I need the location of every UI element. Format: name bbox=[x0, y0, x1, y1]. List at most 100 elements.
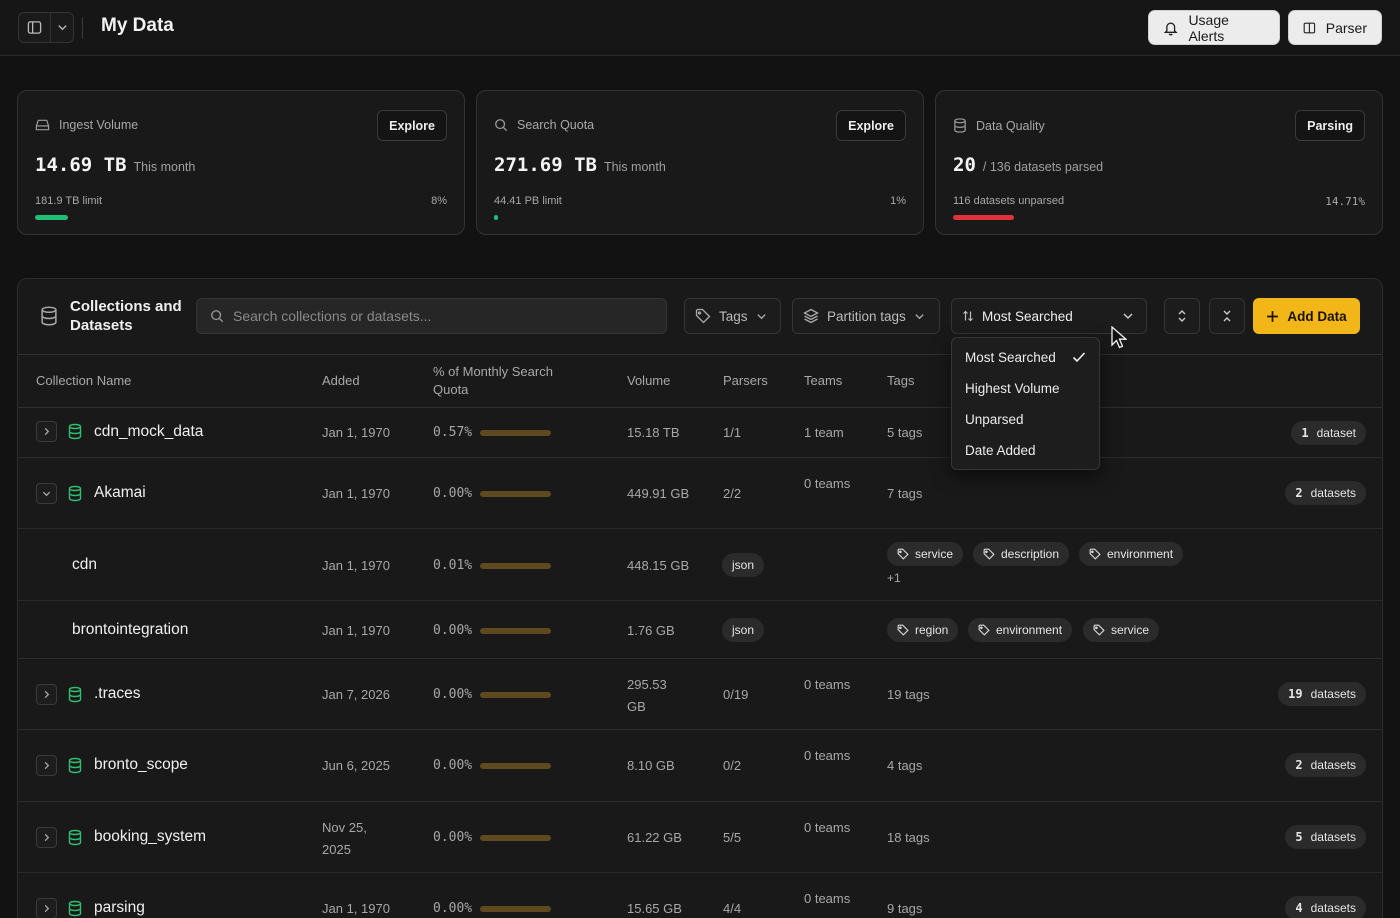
col-teams[interactable]: Teams bbox=[804, 372, 842, 390]
dataset-count: 19 bbox=[1288, 687, 1303, 701]
dataset-name[interactable]: brontointegration bbox=[72, 621, 188, 639]
expand-button[interactable] bbox=[36, 755, 57, 776]
collapse-button[interactable] bbox=[36, 483, 57, 504]
parsing-button[interactable]: Parsing bbox=[1295, 110, 1365, 141]
tag-pill[interactable]: service bbox=[887, 542, 964, 566]
database-icon bbox=[954, 118, 966, 133]
parsers: 0/2 bbox=[723, 758, 742, 773]
check-icon bbox=[1072, 352, 1086, 363]
teams: 0 teams bbox=[804, 476, 851, 491]
tag-pill[interactable]: environment bbox=[1079, 542, 1184, 566]
dataset-count-badge[interactable]: 4 datasets bbox=[1285, 896, 1366, 918]
progress-bar bbox=[953, 215, 1014, 220]
collection-name[interactable]: bronto_scope bbox=[94, 756, 188, 774]
quota-bar bbox=[480, 562, 552, 569]
partition-tags-filter[interactable]: Partition tags bbox=[792, 298, 940, 334]
sort-option-unparsed[interactable]: Unparsed bbox=[952, 404, 1099, 435]
more-tags[interactable]: +1 bbox=[887, 571, 901, 585]
sidebar-toggle[interactable] bbox=[18, 12, 74, 43]
expand-button[interactable] bbox=[36, 898, 57, 918]
tag-pill[interactable]: description bbox=[973, 542, 1070, 566]
dataset-count-badge[interactable]: 1 dataset bbox=[1291, 421, 1366, 445]
tags-count: 9 tags bbox=[887, 901, 923, 916]
table-row[interactable]: brontointegration Jan 1, 1970 0.00% 1.76… bbox=[18, 601, 1382, 659]
expand-button[interactable] bbox=[36, 421, 57, 442]
dataset-count-badge[interactable]: 5 datasets bbox=[1285, 825, 1366, 849]
table-row[interactable]: .traces Jan 7, 2026 0.00% 295.53 GB 0/19… bbox=[18, 659, 1382, 730]
tag-pill[interactable]: region bbox=[887, 618, 959, 642]
col-added[interactable]: Added bbox=[322, 372, 360, 390]
added-date: Jan 1, 1970 bbox=[322, 425, 390, 440]
expand-button[interactable] bbox=[36, 827, 57, 848]
sidebar-icon[interactable] bbox=[19, 13, 50, 42]
table-row[interactable]: booking_system Nov 25, 2025 0.00% 61.22 … bbox=[18, 802, 1382, 873]
expand-button[interactable] bbox=[36, 684, 57, 705]
sort-selected-label: Most Searched bbox=[982, 308, 1073, 324]
add-data-button[interactable]: Add Data bbox=[1253, 298, 1360, 334]
collection-name[interactable]: .traces bbox=[94, 685, 141, 703]
dataset-count-badge[interactable]: 2 datasets bbox=[1285, 481, 1366, 505]
quota-bar bbox=[480, 762, 552, 769]
tags-count: 18 tags bbox=[887, 830, 930, 845]
collapse-all-button[interactable] bbox=[1209, 298, 1245, 334]
card-value: 20 bbox=[953, 154, 976, 176]
quota-percent: 0.00% bbox=[433, 687, 473, 702]
sort-option-highest-volume[interactable]: Highest Volume bbox=[952, 373, 1099, 404]
tag-pill[interactable]: service bbox=[1083, 618, 1160, 642]
quota-percent: 0.00% bbox=[433, 901, 473, 916]
dataset-count-badge[interactable]: 2 datasets bbox=[1285, 753, 1366, 777]
col-collection-name[interactable]: Collection Name bbox=[36, 372, 131, 390]
sort-option-date-added[interactable]: Date Added bbox=[952, 435, 1099, 466]
parser-button[interactable]: Parser bbox=[1288, 10, 1382, 45]
table-row[interactable]: bronto_scope Jun 6, 2025 0.00% 8.10 GB 0… bbox=[18, 730, 1382, 802]
explore-button[interactable]: Explore bbox=[377, 110, 447, 141]
card-value: 271.69 TB bbox=[494, 154, 597, 176]
tag-label: environment bbox=[996, 623, 1063, 637]
database-icon bbox=[41, 306, 57, 326]
sort-option-most-searched[interactable]: Most Searched bbox=[952, 342, 1099, 373]
database-icon bbox=[68, 485, 82, 502]
collection-name[interactable]: parsing bbox=[94, 899, 145, 917]
chevron-down-icon bbox=[1123, 313, 1133, 320]
chevron-down-icon[interactable] bbox=[50, 13, 73, 42]
search-box[interactable] bbox=[196, 298, 667, 334]
usage-alerts-button[interactable]: Usage Alerts bbox=[1148, 10, 1280, 45]
col-tags[interactable]: Tags bbox=[887, 372, 914, 390]
dataset-count-label: datasets bbox=[1310, 758, 1356, 772]
columns-icon bbox=[1303, 22, 1316, 33]
dataset-count-badge[interactable]: 19 datasets bbox=[1278, 682, 1366, 706]
dataset-name[interactable]: cdn bbox=[72, 556, 97, 574]
collections-panel: Collections and Datasets Tags Partition … bbox=[17, 278, 1383, 918]
tag-icon bbox=[978, 624, 990, 636]
added-date: Jan 1, 1970 bbox=[322, 623, 390, 638]
added-date: Jan 1, 1970 bbox=[322, 558, 390, 573]
bell-icon bbox=[1163, 22, 1178, 35]
expand-all-button[interactable] bbox=[1164, 298, 1200, 334]
divider bbox=[82, 17, 83, 39]
table-row[interactable]: cdn Jan 1, 1970 0.01% 448.15 GB json ser… bbox=[18, 529, 1382, 601]
table-row[interactable]: cdn_mock_data Jan 1, 1970 0.57% 15.18 TB… bbox=[18, 408, 1382, 458]
collection-name[interactable]: cdn_mock_data bbox=[94, 423, 203, 441]
quota-bar bbox=[480, 691, 552, 698]
tag-pill[interactable]: environment bbox=[968, 618, 1073, 642]
tags-count: 19 tags bbox=[887, 687, 930, 702]
tags-filter[interactable]: Tags bbox=[684, 298, 781, 334]
collection-name[interactable]: Akamai bbox=[94, 484, 146, 502]
database-icon bbox=[68, 423, 82, 440]
dataset-count: 5 bbox=[1295, 830, 1303, 844]
table-row[interactable]: Akamai Jan 1, 1970 0.00% 449.91 GB 2/2 0… bbox=[18, 458, 1382, 529]
col-search-quota[interactable]: % of Monthly Search Quota bbox=[433, 363, 583, 399]
explore-button[interactable]: Explore bbox=[836, 110, 906, 141]
tag-label: region bbox=[915, 623, 949, 637]
parser-badge[interactable]: json bbox=[722, 618, 765, 642]
dataset-count: 2 bbox=[1295, 486, 1303, 500]
search-input[interactable] bbox=[233, 308, 653, 324]
tag-icon bbox=[983, 548, 995, 560]
teams: 1 team bbox=[804, 425, 844, 440]
chevron-right-icon bbox=[44, 761, 50, 770]
parser-badge[interactable]: json bbox=[722, 553, 765, 577]
collection-name[interactable]: booking_system bbox=[94, 828, 206, 846]
col-volume[interactable]: Volume bbox=[627, 372, 670, 390]
table-row[interactable]: parsing Jan 1, 1970 0.00% 15.65 GB 4/4 0… bbox=[18, 873, 1382, 918]
col-parsers[interactable]: Parsers bbox=[723, 372, 768, 390]
